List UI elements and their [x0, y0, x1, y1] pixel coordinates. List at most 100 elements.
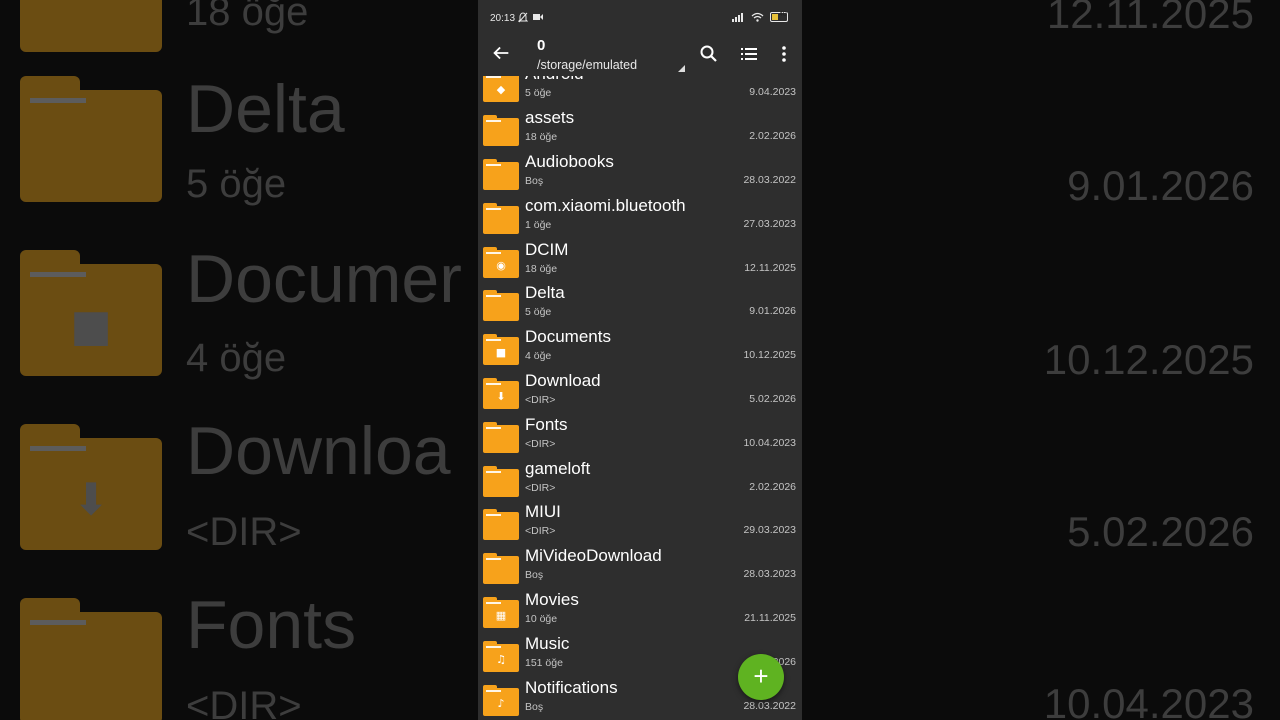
folder-date: 10.12.2025	[743, 349, 796, 361]
folder-name: assets	[525, 108, 575, 127]
folder-item-count: 5 öğe	[525, 87, 552, 99]
folder-row-fonts[interactable]: Fonts <DIR> 10.04.2023	[478, 415, 802, 459]
battery-icon: 40	[770, 11, 788, 22]
folder-date: 28.03.2023	[743, 568, 796, 580]
folder-item-count: 4 öğe	[525, 350, 552, 362]
wifi-icon	[751, 12, 764, 22]
folder-icon	[483, 115, 519, 146]
status-time: 20:13	[490, 13, 516, 24]
folder-name: MIUI	[525, 502, 561, 521]
folder-item-count: 18 öğe	[525, 131, 558, 143]
film-icon: ▦	[495, 609, 507, 622]
folder-icon: ⬇	[483, 378, 519, 409]
toolbar-title: 0	[537, 37, 546, 54]
bg-folder-download-icon: ⬇	[20, 424, 162, 550]
bg-date-1: 9.01.2026	[1067, 162, 1254, 209]
folder-row-movies[interactable]: ▦ Movies 10 öğe 21.11.2025	[478, 590, 802, 634]
folder-row-miui[interactable]: MIUI <DIR> 29.03.2023	[478, 502, 802, 546]
folder-date: 2.02.2026	[749, 130, 796, 142]
folder-icon: ♫	[483, 641, 519, 672]
folder-icon	[483, 159, 519, 190]
folder-icon: ♪	[483, 685, 519, 716]
folder-name: Audiobooks	[525, 152, 614, 171]
folder-row-assets[interactable]: assets 18 öğe 2.02.2026	[478, 108, 802, 152]
folder-row-mivideodownload[interactable]: MiVideoDownload Boş 28.03.2023	[478, 546, 802, 590]
folder-icon: ■	[483, 334, 519, 365]
bg-date-0: 12.11.2025	[1046, 0, 1254, 37]
folder-row-gameloft[interactable]: gameloft <DIR> 2.02.2026	[478, 459, 802, 503]
bell-off-icon	[518, 12, 528, 23]
bg-name-3: Downloa	[186, 413, 451, 489]
folder-item-count: <DIR>	[525, 394, 556, 406]
bg-folder-briefcase-icon: ■	[20, 250, 162, 376]
bg-sub-2: 4 öğe	[186, 336, 287, 380]
camera-icon: ◉	[496, 259, 506, 272]
more-vert-icon[interactable]	[774, 44, 794, 64]
bg-folder-icon	[20, 76, 162, 202]
folder-item-count: Boş	[525, 701, 544, 713]
folder-item-count: Boş	[525, 569, 544, 581]
folder-icon	[483, 466, 519, 497]
folder-row-documents[interactable]: ■ Documents 4 öğe 10.12.2025	[478, 327, 802, 371]
download-icon: ⬇	[496, 390, 506, 403]
bg-sub-0: 18 öğe	[186, 0, 309, 34]
status-bar: 20:13 40	[478, 0, 802, 36]
folder-item-count: <DIR>	[525, 482, 556, 494]
folder-icon	[483, 553, 519, 584]
folder-name: MiVideoDownload	[525, 546, 662, 565]
folder-icon: ◆	[483, 76, 519, 102]
folder-item-count: 151 öğe	[525, 657, 563, 669]
folder-row-audiobooks[interactable]: Audiobooks Boş 28.03.2022	[478, 152, 802, 196]
dropdown-corner-icon[interactable]	[678, 65, 685, 72]
bg-sub-1: 5 öğe	[186, 162, 287, 206]
folder-date: 28.03.2022	[743, 700, 796, 712]
bg-date-2: 10.12.2025	[1043, 336, 1254, 383]
folder-row-download[interactable]: ⬇ Download <DIR> 5.02.2026	[478, 371, 802, 415]
folder-icon	[483, 203, 519, 234]
folder-item-count: <DIR>	[525, 438, 556, 450]
path-selector[interactable]: /storage/emulated	[537, 58, 637, 72]
folder-date: 28.03.2022	[743, 174, 796, 186]
bg-name-4: Fonts	[186, 587, 357, 663]
bg-sub-3: <DIR>	[186, 510, 302, 554]
battery-level: 40	[779, 11, 787, 18]
folder-date: 12.11.2025	[744, 262, 796, 274]
bg-name-1: Delta	[186, 71, 345, 147]
folder-date: 9.01.2026	[749, 305, 796, 317]
folder-name: Notifications	[525, 678, 618, 697]
bg-sub-4: <DIR>	[186, 684, 302, 720]
search-icon[interactable]	[699, 44, 719, 64]
video-icon	[533, 14, 543, 20]
folder-item-count: 5 öğe	[525, 306, 552, 318]
folder-date: 21.11.2025	[744, 612, 796, 624]
folder-date: 5.02.2026	[749, 393, 796, 405]
folder-name: Fonts	[525, 415, 568, 434]
folder-name: Android	[525, 76, 584, 84]
bell-icon: ♪	[497, 697, 505, 710]
back-arrow-icon[interactable]	[490, 42, 512, 64]
folder-item-count: 18 öğe	[525, 263, 558, 275]
folder-icon	[483, 422, 519, 453]
folder-icon	[483, 290, 519, 321]
folder-name: Music	[525, 634, 570, 653]
folder-name: com.xiaomi.bluetooth	[525, 196, 686, 215]
list-view-icon[interactable]	[739, 44, 759, 64]
folder-name: gameloft	[525, 459, 591, 478]
folder-row-android[interactable]: ◆ Android 5 öğe 9.04.2023	[478, 76, 802, 108]
folder-row-com-xiaomi-bluetooth[interactable]: com.xiaomi.bluetooth 1 öğe 27.03.2023	[478, 196, 802, 240]
briefcase-icon: ■	[495, 346, 507, 359]
bg-name-2: Documer	[186, 241, 462, 317]
folder-row-dcim[interactable]: ◉ DCIM 18 öğe 12.11.2025	[478, 240, 802, 284]
folder-date: 29.03.2023	[743, 524, 796, 536]
bg-folder-icon	[20, 0, 162, 52]
android-icon: ◆	[496, 83, 506, 96]
folder-item-count: 1 öğe	[525, 219, 552, 231]
folder-name: Delta	[525, 283, 565, 302]
add-fab-button[interactable]: +	[738, 654, 784, 700]
headphones-icon: ♫	[496, 653, 506, 666]
folder-name: Download	[525, 371, 601, 390]
folder-name: Movies	[525, 590, 579, 609]
toolbar: 0 /storage/emulated	[478, 36, 802, 76]
signal-icon	[732, 13, 743, 22]
folder-row-delta[interactable]: Delta 5 öğe 9.01.2026	[478, 283, 802, 327]
